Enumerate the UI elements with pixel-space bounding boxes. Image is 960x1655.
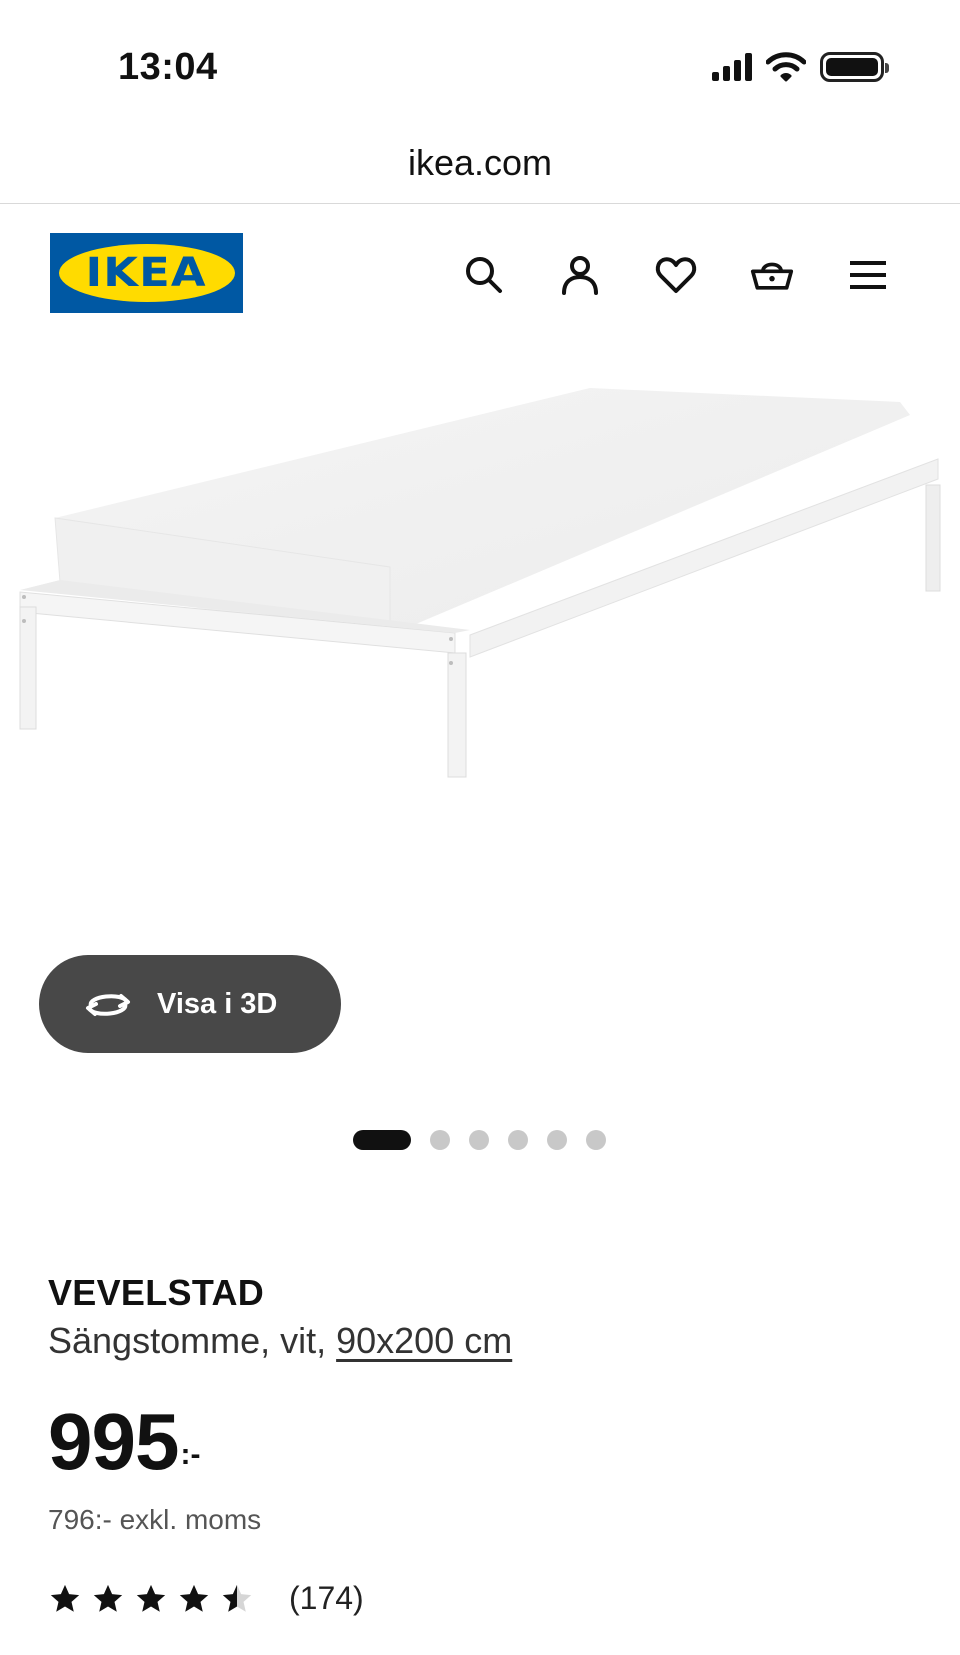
cellular-signal-icon [712,53,752,81]
star-full-icon [93,1584,123,1612]
product-name: VEVELSTAD [48,1272,265,1313]
logo-text: IKEA [85,250,208,296]
carousel-dot[interactable] [586,1130,606,1150]
carousel-dot[interactable] [430,1130,450,1150]
view-in-3d-button[interactable]: Visa i 3D [39,955,341,1053]
basket-icon[interactable] [750,253,794,297]
carousel-dot[interactable] [469,1130,489,1150]
price-excl-vat: 796:- exkl. moms [48,1504,262,1535]
ikea-logo[interactable]: IKEA [50,233,243,313]
header-actions [462,253,890,297]
battery-icon [820,52,889,82]
rotate-3d-icon [86,994,130,1016]
star-full-icon [136,1584,166,1612]
rating-count: (174) [289,1580,364,1616]
site-header: IKEA [0,205,960,335]
status-time: 13:04 [118,46,218,88]
price-suffix: :- [180,1438,201,1471]
product-price: 995 :- [48,1400,200,1484]
browser-url-bar[interactable]: ikea.com [0,132,960,204]
account-icon[interactable] [558,253,602,297]
view-in-3d-label: Visa i 3D [157,987,278,1020]
star-full-icon [50,1584,80,1612]
image-carousel-dots [353,1130,606,1150]
wifi-icon [766,52,806,82]
url-text: ikea.com [407,142,553,183]
search-icon[interactable] [462,253,506,297]
carousel-dot[interactable] [508,1130,528,1150]
logo-oval: IKEA [58,244,235,302]
status-icons [712,52,889,82]
carousel-dot[interactable] [547,1130,567,1150]
product-description: Sängstomme, vit, 90x200 cm [48,1320,512,1362]
star-full-icon [179,1584,209,1612]
star-half-icon [222,1584,252,1612]
carousel-dot-active[interactable] [353,1130,411,1150]
status-bar: 13:04 [0,0,960,120]
menu-icon[interactable] [846,253,890,297]
price-value: 995 [48,1397,179,1486]
size-link[interactable]: 90x200 cm [336,1320,512,1361]
product-rating[interactable]: (174) [48,1580,364,1617]
heart-icon[interactable] [654,253,698,297]
product-image[interactable] [0,385,960,945]
product-description-text: Sängstomme, vit, [48,1320,337,1361]
